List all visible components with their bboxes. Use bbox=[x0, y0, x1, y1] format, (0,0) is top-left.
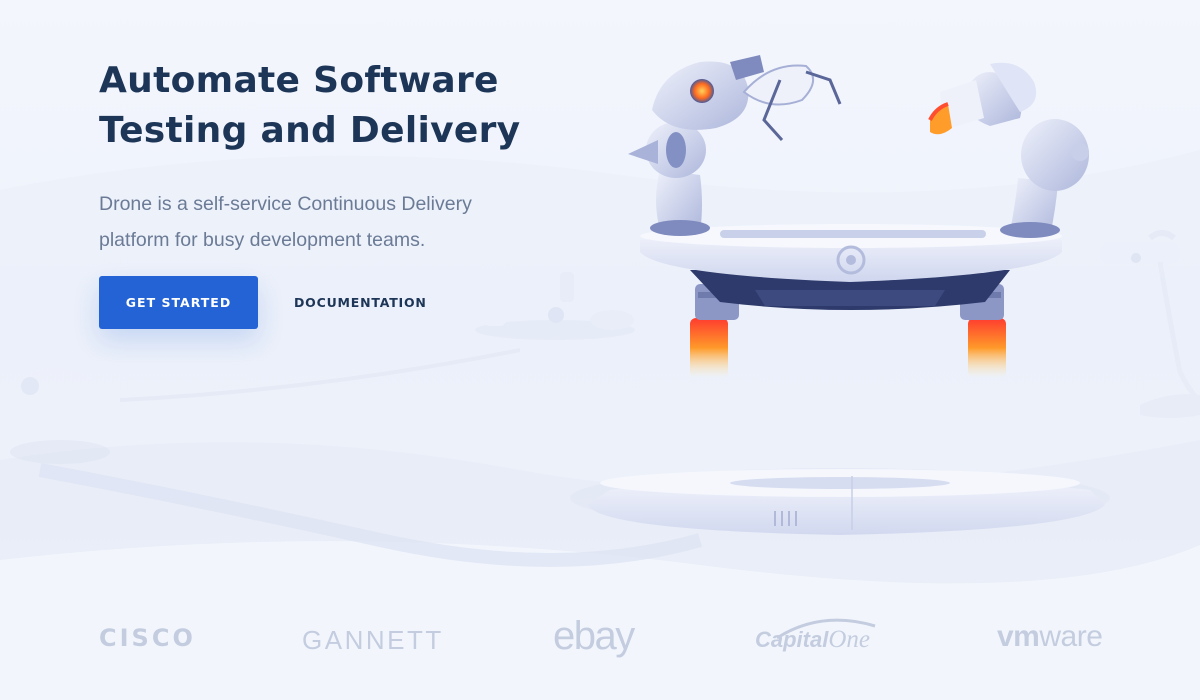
vmware-logo-vm: vm bbox=[997, 620, 1040, 653]
capitalone-logo: CapitalOne bbox=[755, 618, 876, 654]
documentation-link[interactable]: DOCUMENTATION bbox=[294, 295, 427, 310]
vmware-logo: vmware bbox=[997, 620, 1103, 654]
ebay-logo: ebay bbox=[553, 614, 635, 658]
capitalone-swoosh-icon bbox=[776, 618, 876, 640]
hero-title: Automate Software Testing and Delivery bbox=[99, 56, 559, 156]
hero-subtitle: Drone is a self-service Continuous Deliv… bbox=[99, 186, 559, 258]
hero-title-line-2: Testing and Delivery bbox=[99, 110, 521, 151]
hero-title-line-1: Automate Software bbox=[99, 60, 499, 101]
hero-subtitle-line-1: Drone is a self-service Continuous Deliv… bbox=[99, 193, 472, 215]
cisco-logo: CISCO bbox=[99, 624, 196, 652]
gannett-logo: GANNETT bbox=[302, 625, 444, 655]
hero-subtitle-line-2: platform for busy development teams. bbox=[99, 229, 426, 251]
hero-section: Automate Software Testing and Delivery D… bbox=[99, 56, 559, 258]
get-started-button[interactable]: GET STARTED bbox=[99, 276, 258, 329]
vmware-logo-ware: ware bbox=[1039, 620, 1103, 653]
customer-logos: CISCO GANNETT ebay CapitalOne vmware bbox=[0, 612, 1200, 672]
hero-actions: GET STARTED DOCUMENTATION bbox=[99, 276, 427, 329]
